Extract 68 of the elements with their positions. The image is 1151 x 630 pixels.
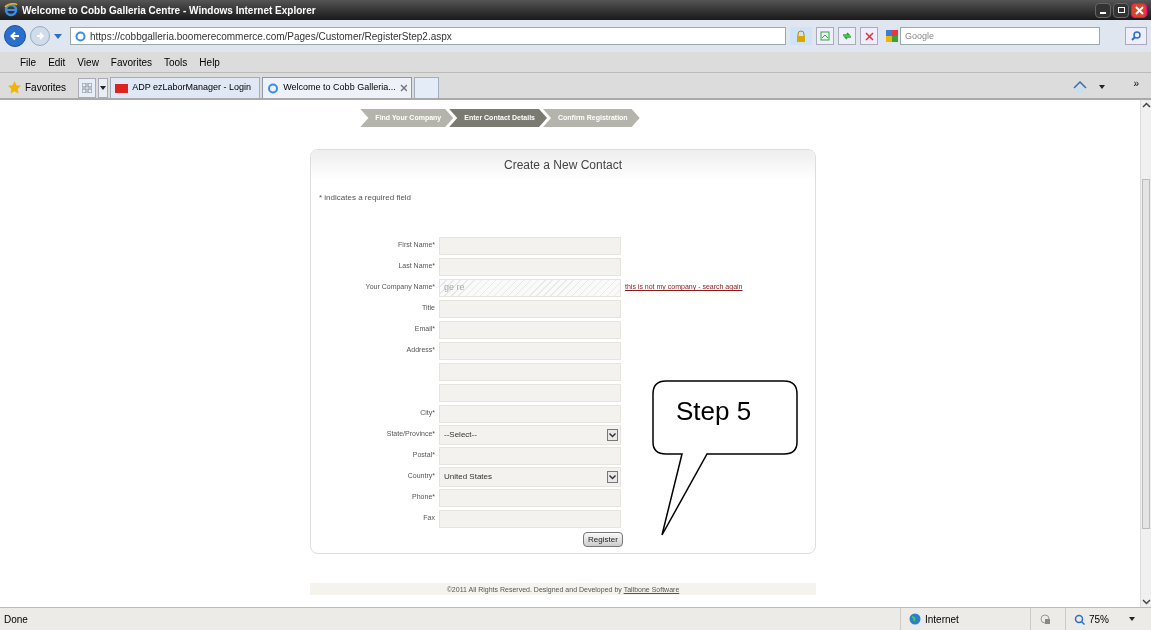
menu-item[interactable]: Tools: [164, 54, 188, 70]
close-tab-icon[interactable]: [399, 84, 408, 92]
close-button[interactable]: [1131, 2, 1147, 18]
search-field[interactable]: Google: [900, 27, 1100, 45]
form-title: Create a New Contact: [503, 157, 623, 174]
input-field[interactable]: [439, 362, 621, 381]
zoom-level[interactable]: 75%: [1089, 611, 1109, 627]
input-field[interactable]: [439, 320, 621, 339]
security-zone: Internet: [925, 612, 959, 627]
favorites-button[interactable]: Favorites: [8, 76, 67, 98]
compatibility-button[interactable]: [816, 27, 834, 45]
search-icon: [1131, 31, 1141, 41]
menu-item[interactable]: Favorites: [110, 54, 152, 70]
browser-logo-icon: [4, 3, 18, 17]
page-icon: [75, 30, 86, 42]
address-field[interactable]: https://cobbgalleria.boomerecommerce.com/Pages/Customer/RegisterStep2.aspx: [70, 27, 786, 45]
input-field[interactable]: [439, 446, 621, 465]
window-title: Welcome to Cobb Galleria Centre - Windows Internet Explorer: [22, 3, 316, 18]
register-button[interactable]: Register: [583, 532, 623, 547]
picture-frame-icon: [820, 31, 830, 41]
minimize-button[interactable]: [1095, 2, 1111, 18]
zoom-icon: [1074, 613, 1085, 625]
stop-button[interactable]: [860, 27, 878, 45]
back-arrow-icon: [9, 30, 21, 42]
input-field[interactable]: [439, 404, 621, 423]
refresh-icon: [842, 31, 852, 41]
new-tab-button[interactable]: [414, 77, 440, 98]
menu-item[interactable]: View: [77, 54, 99, 70]
callout-text: Step 5: [676, 395, 752, 428]
close-icon: [864, 31, 874, 41]
lock-icon[interactable]: [796, 30, 806, 42]
input-field[interactable]: [439, 257, 621, 276]
input-field[interactable]: [439, 488, 621, 507]
caret-icon: [100, 86, 107, 90]
globe-icon: [909, 613, 921, 625]
browser-tab[interactable]: ADP ezLaborManager - Login: [110, 77, 261, 98]
forward-arrow-icon: [35, 31, 45, 41]
select-field[interactable]: United States: [439, 466, 621, 487]
input-field[interactable]: [439, 236, 621, 255]
browser-tab[interactable]: Welcome to Cobb Galleria...: [262, 77, 413, 98]
grid-icon: [82, 83, 93, 93]
restore-button[interactable]: [1113, 2, 1129, 18]
input-field[interactable]: [439, 341, 621, 360]
vertical-scrollbar[interactable]: [1140, 100, 1151, 607]
menu-item[interactable]: Help: [199, 54, 220, 70]
menu-item[interactable]: File: [20, 54, 37, 70]
scroll-thumb[interactable]: [1142, 178, 1150, 529]
input-field[interactable]: [439, 509, 621, 528]
scroll-down-icon[interactable]: [1141, 596, 1151, 607]
tab-list-button[interactable]: [98, 78, 109, 98]
dropdown-arrow-icon[interactable]: [1099, 85, 1106, 89]
search-button[interactable]: [1125, 27, 1147, 45]
star-icon: [8, 80, 21, 94]
home-icon[interactable]: [1073, 80, 1088, 94]
back-button[interactable]: [4, 25, 26, 47]
tab-favicon: [267, 82, 280, 94]
status-text: Done: [4, 612, 28, 627]
search-provider-icon: [886, 30, 898, 42]
dropdown-arrow-icon[interactable]: [1129, 617, 1135, 621]
select-field[interactable]: --Select--: [439, 424, 621, 445]
tab-favicon: [115, 82, 129, 94]
required-note: * indicates a required field: [319, 192, 413, 204]
protected-mode-icon[interactable]: [1039, 613, 1051, 625]
more-chevron[interactable]: »: [1133, 76, 1139, 91]
input-field[interactable]: [439, 383, 621, 402]
input-field[interactable]: [439, 299, 621, 318]
menu-item[interactable]: Edit: [48, 54, 66, 70]
refresh-button[interactable]: [838, 27, 856, 45]
